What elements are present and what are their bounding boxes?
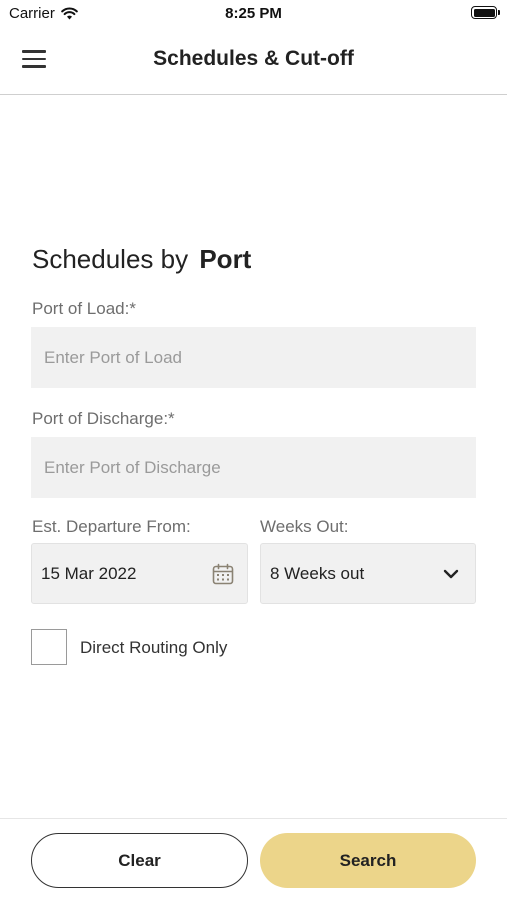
weeks-out-value: 8 Weeks out xyxy=(270,563,365,583)
page-title: Schedules & Cut-off xyxy=(153,47,354,70)
port-of-load-input[interactable] xyxy=(31,327,476,388)
status-bar: Carrier 8:25 PM xyxy=(0,0,507,28)
port-of-load-label: Port of Load:* xyxy=(32,299,136,318)
calendar-icon xyxy=(212,563,234,584)
section-title-bold: Port xyxy=(199,244,252,274)
clear-button[interactable]: Clear xyxy=(31,833,248,888)
direct-routing-checkbox[interactable] xyxy=(31,629,67,665)
port-of-discharge-input[interactable] xyxy=(31,437,476,498)
weeks-out-select[interactable]: 8 Weeks out xyxy=(260,543,476,604)
bottom-action-bar: Clear Search xyxy=(0,818,507,901)
departure-label: Est. Departure From: xyxy=(32,517,191,536)
section-title-prefix: Schedules by xyxy=(32,244,189,274)
search-button[interactable]: Search xyxy=(260,833,476,888)
weeks-out-label: Weeks Out: xyxy=(260,517,349,536)
chevron-down-icon xyxy=(443,569,459,578)
navigation-bar: Schedules & Cut-off xyxy=(0,28,507,95)
status-time: 8:25 PM xyxy=(225,5,282,22)
port-of-discharge-label: Port of Discharge:* xyxy=(32,409,175,428)
section-title: Schedules by Port xyxy=(32,244,251,275)
direct-routing-label[interactable]: Direct Routing Only xyxy=(80,638,227,658)
departure-date-value: 15 Mar 2022 xyxy=(41,563,137,583)
battery-icon xyxy=(471,6,500,19)
departure-date-picker[interactable]: 15 Mar 2022 xyxy=(31,543,248,604)
